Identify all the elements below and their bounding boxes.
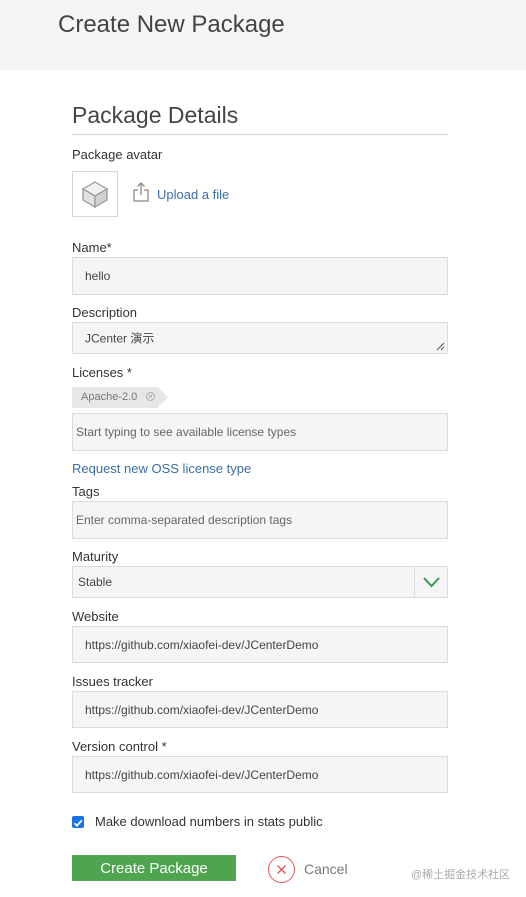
maturity-select[interactable]: Stable <box>72 566 448 598</box>
cancel-button[interactable]: Cancel <box>304 861 348 877</box>
issues-tracker-label: Issues tracker <box>72 674 153 689</box>
version-control-value: https://github.com/xiaofei-dev/JCenterDe… <box>85 767 319 782</box>
tags-placeholder: Enter comma-separated description tags <box>76 513 293 527</box>
name-value: hello <box>85 269 111 283</box>
description-label: Description <box>72 305 138 320</box>
version-control-input[interactable]: https://github.com/xiaofei-dev/JCenterDe… <box>72 756 448 793</box>
tags-input[interactable]: Enter comma-separated description tags <box>72 501 448 539</box>
close-icon <box>277 865 286 874</box>
license-search-input[interactable]: Start typing to see available license ty… <box>72 413 448 451</box>
watermark: @稀土掘金技术社区 <box>411 869 511 881</box>
description-value: JCenter 演示 <box>85 331 155 346</box>
website-value: https://github.com/xiaofei-dev/JCenterDe… <box>85 637 319 652</box>
name-input[interactable]: hello <box>72 257 448 295</box>
tags-label: Tags <box>72 484 100 499</box>
version-control-label: Version control * <box>72 739 167 754</box>
page-title: Create New Package <box>58 11 285 38</box>
package-box-icon <box>81 181 109 209</box>
avatar-placeholder[interactable] <box>72 171 118 217</box>
section-title: Package Details <box>72 102 239 128</box>
page-header: Create New Package <box>0 0 526 70</box>
section-divider <box>72 134 448 135</box>
stats-public-label[interactable]: Make download numbers in stats public <box>95 814 323 829</box>
license-placeholder: Start typing to see available license ty… <box>76 425 297 439</box>
avatar-label: Package avatar <box>72 147 163 162</box>
licenses-label: Licenses * <box>72 365 132 380</box>
cancel-icon[interactable] <box>268 856 295 883</box>
checkmark-icon <box>73 819 83 828</box>
upload-file-link[interactable]: Upload a file <box>157 187 229 202</box>
maturity-dropdown-toggle[interactable] <box>414 567 447 597</box>
maturity-label: Maturity <box>72 549 119 564</box>
description-textarea[interactable]: JCenter 演示 <box>72 322 448 354</box>
issues-tracker-value: https://github.com/xiaofei-dev/JCenterDe… <box>85 702 319 717</box>
website-label: Website <box>72 609 119 624</box>
remove-tag-icon[interactable]: × <box>146 392 155 401</box>
license-tag-apache: Apache-2.0 × <box>72 387 168 408</box>
maturity-value: Stable <box>78 575 113 589</box>
website-input[interactable]: https://github.com/xiaofei-dev/JCenterDe… <box>72 626 448 663</box>
name-label: Name* <box>72 240 112 255</box>
issues-tracker-input[interactable]: https://github.com/xiaofei-dev/JCenterDe… <box>72 691 448 728</box>
upload-icon[interactable] <box>133 182 149 202</box>
create-package-button[interactable]: Create Package <box>72 855 236 881</box>
stats-public-checkbox[interactable] <box>72 816 84 828</box>
resize-grip-icon[interactable] <box>436 342 445 351</box>
request-license-link[interactable]: Request new OSS license type <box>72 461 251 476</box>
license-tag-label: Apache-2.0 <box>81 391 138 403</box>
chevron-down-icon <box>423 577 440 588</box>
